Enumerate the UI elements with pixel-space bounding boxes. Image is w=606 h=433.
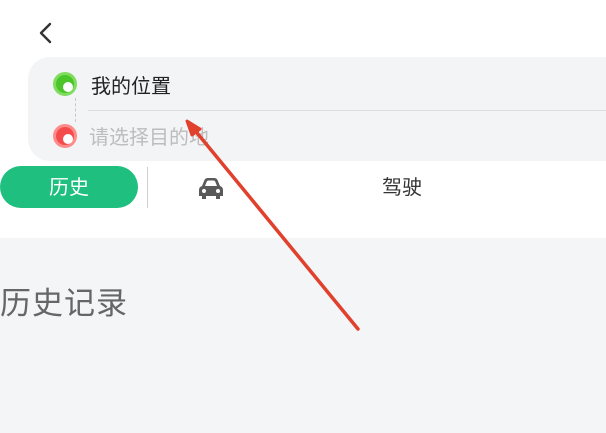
route-separator [88, 110, 606, 111]
destination-point-icon [53, 124, 77, 148]
history-section [0, 238, 606, 433]
start-point-icon [53, 72, 77, 96]
tab-history[interactable]: 历史 [0, 166, 138, 208]
start-location-label[interactable]: 我的位置 [91, 72, 171, 100]
history-title: 历史记录 [0, 286, 128, 322]
route-connector [75, 98, 76, 122]
header: 我的位置 历史 驾驶 [0, 0, 606, 238]
car-icon[interactable] [196, 175, 226, 201]
tab-drive[interactable]: 驾驶 [360, 166, 444, 208]
tab-divider [147, 167, 148, 208]
chevron-left-icon[interactable] [34, 18, 58, 48]
destination-input[interactable] [89, 123, 389, 151]
